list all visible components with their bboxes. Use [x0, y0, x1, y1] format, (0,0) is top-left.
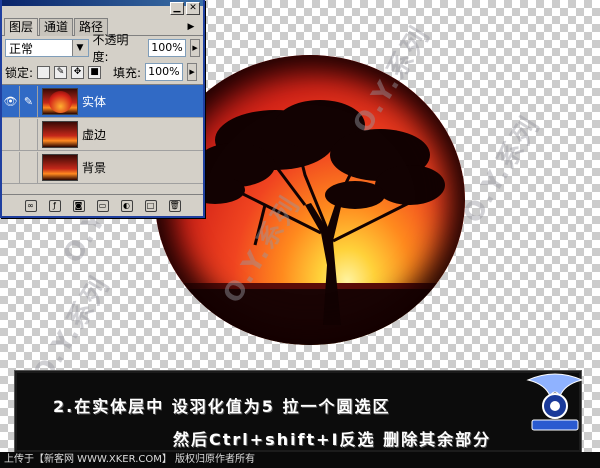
chevron-down-icon[interactable]: ▼: [71, 40, 88, 56]
watermark-text: O.Y.系列: [457, 111, 547, 229]
minimize-icon[interactable]: ▁: [170, 2, 184, 15]
layer-row-soft-edge[interactable]: 虚边: [2, 118, 203, 151]
opacity-slider-icon[interactable]: ▶: [190, 39, 200, 57]
caption-line-1: 2.在实体层中 设羽化值为5 拉一个圆选区: [53, 397, 391, 416]
winged-logo-icon: [526, 373, 584, 431]
lock-label: 锁定:: [5, 65, 34, 80]
fill-label: 填充:: [113, 65, 142, 80]
layer-row-solid[interactable]: 👁 ✎ 实体: [2, 85, 203, 118]
close-icon[interactable]: ✕: [186, 2, 200, 15]
blend-mode-select[interactable]: 正常 ▼: [5, 39, 89, 57]
layer-name: 实体: [82, 94, 107, 109]
layer-name: 背景: [82, 160, 107, 175]
adjustment-icon[interactable]: ◐: [120, 199, 133, 212]
layer-thumbnail: [42, 87, 78, 115]
add-mask-icon[interactable]: ◙: [72, 199, 85, 212]
link-icon[interactable]: ∞: [24, 199, 37, 212]
lock-move-icon[interactable]: ✥: [71, 65, 85, 79]
layer-row-background[interactable]: 背景: [2, 151, 203, 184]
trash-icon[interactable]: 🗑: [168, 199, 181, 212]
new-group-icon[interactable]: ▭: [96, 199, 109, 212]
lock-paint-icon[interactable]: ✎: [54, 65, 68, 79]
layer-name: 虚边: [82, 127, 107, 142]
visibility-toggle[interactable]: [2, 118, 20, 150]
new-layer-icon[interactable]: □: [144, 199, 157, 212]
fill-field[interactable]: 100%: [145, 63, 184, 81]
caption-line-2: 然后Ctrl+shift+I反选 删除其余部分: [173, 430, 492, 449]
opacity-field[interactable]: 100%: [148, 39, 187, 57]
lock-all-icon[interactable]: ■: [88, 65, 102, 79]
fill-slider-icon[interactable]: ▶: [187, 63, 198, 81]
layer-list: 👁 ✎ 实体 虚边 背景: [2, 84, 203, 184]
visibility-toggle[interactable]: [2, 151, 20, 183]
link-icon[interactable]: [20, 118, 38, 150]
layer-thumbnail: [42, 153, 78, 181]
eye-icon[interactable]: 👁: [2, 85, 20, 117]
layers-panel: ▁ ✕ 图层 通道 路径 ▶ 正常 ▼ 不透明度: 100% ▶ 锁定: ✎ ✥…: [0, 0, 205, 218]
caption-bar: 2.在实体层中 设羽化值为5 拉一个圆选区 然后Ctrl+shift+I反选 删…: [14, 370, 582, 453]
panel-bottom-toolbar: ∞ ƒ ◙ ▭ ◐ □ 🗑: [2, 194, 203, 216]
layer-thumbnail: [42, 120, 78, 148]
lock-transparency-icon[interactable]: [37, 65, 51, 79]
brush-icon[interactable]: ✎: [20, 85, 38, 117]
link-icon[interactable]: [20, 151, 38, 183]
footer-bar: 上传于【新客网 WWW.XKER.COM】 版权归原作者所有: [0, 452, 600, 468]
panel-menu-icon[interactable]: ▶: [185, 21, 197, 33]
opacity-label: 不透明度:: [92, 33, 129, 64]
add-style-icon[interactable]: ƒ: [48, 199, 61, 212]
tab-layers[interactable]: 图层: [4, 18, 39, 36]
blend-mode-value: 正常: [9, 41, 34, 56]
panel-window-buttons: ▁ ✕: [170, 2, 200, 15]
blend-opacity-row: 正常 ▼ 不透明度: 100% ▶: [2, 33, 203, 64]
tab-channels[interactable]: 通道: [39, 18, 74, 36]
